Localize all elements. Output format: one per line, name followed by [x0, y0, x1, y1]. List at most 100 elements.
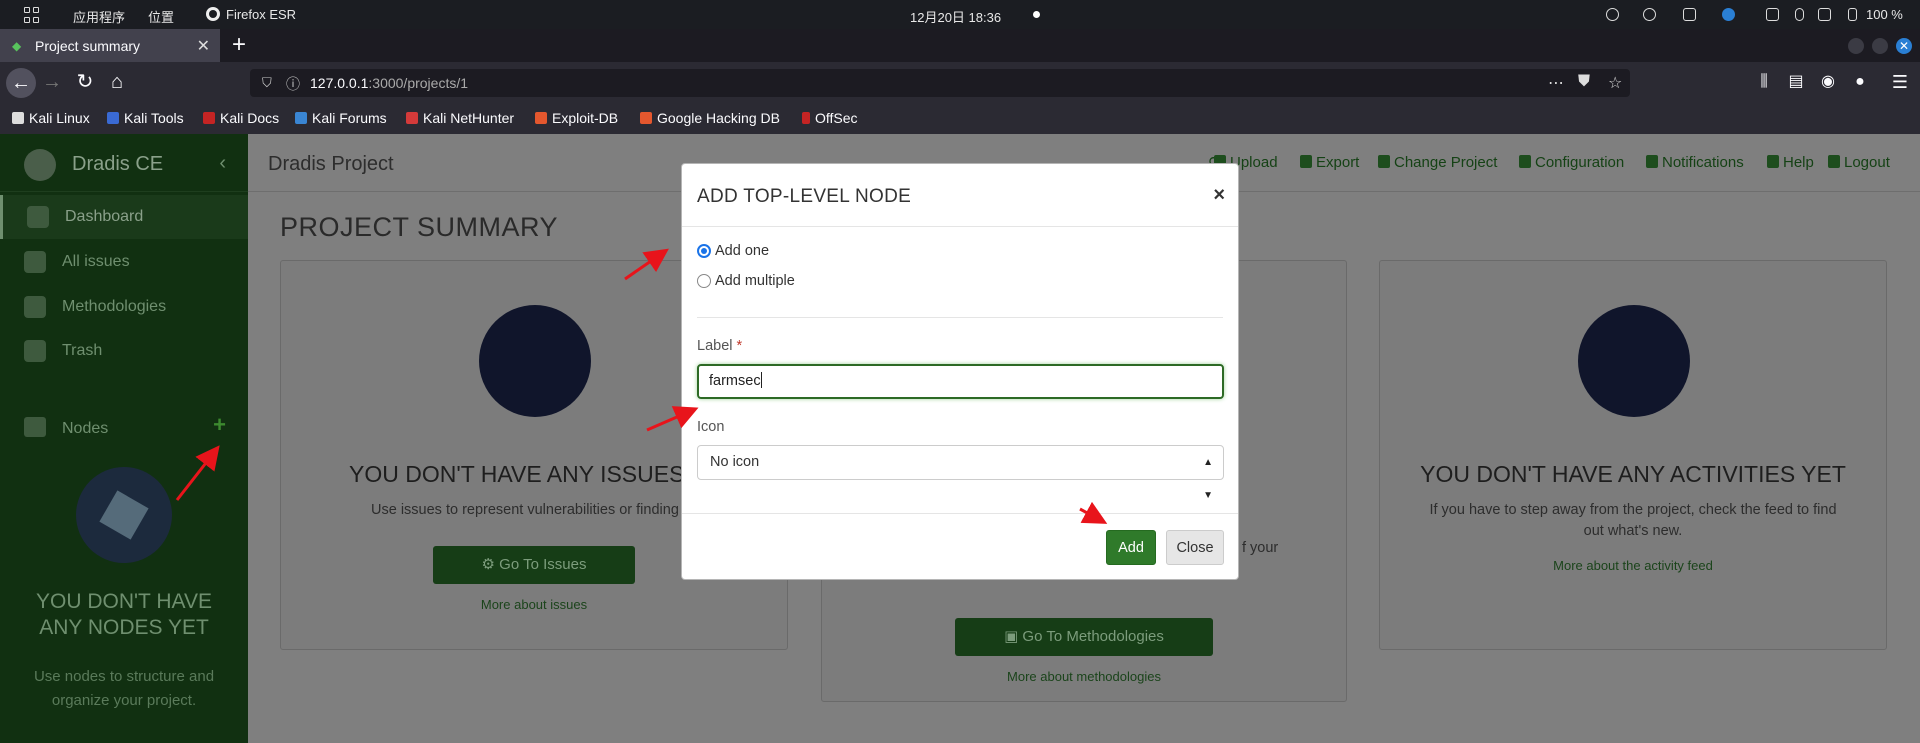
- bookmark-label: OffSec: [815, 110, 858, 126]
- radio-label: Add one: [715, 243, 770, 259]
- add-button[interactable]: Add: [1106, 530, 1156, 565]
- collapse-sidebar-icon[interactable]: ‹: [219, 152, 226, 175]
- go-to-methodologies-button[interactable]: ▣ Go To Methodologies: [955, 618, 1213, 656]
- apps-grid-icon[interactable]: [24, 7, 40, 23]
- tab-project-summary[interactable]: ◆ Project summary ✕: [0, 29, 220, 62]
- sidebar-toggle-icon[interactable]: ▤: [1782, 70, 1810, 98]
- window-maximize-button[interactable]: [1872, 38, 1888, 54]
- nav-export[interactable]: Export: [1300, 154, 1359, 171]
- sidebar-item-all-issues[interactable]: All issues: [0, 240, 248, 284]
- add-multiple-radio[interactable]: [697, 274, 711, 288]
- nav-logout[interactable]: Logout: [1828, 154, 1890, 171]
- nodes-empty-title: YOU DON'T HAVE ANY NODES YET: [36, 590, 212, 639]
- forward-button[interactable]: →: [38, 70, 66, 98]
- bookmark-offsec[interactable]: OffSec: [802, 110, 858, 126]
- bookmark-kali-tools[interactable]: Kali Tools: [107, 110, 184, 126]
- bookmark-label: Kali Tools: [124, 110, 184, 126]
- tray-app-icon[interactable]: [1606, 8, 1619, 21]
- battery-icon[interactable]: [1848, 8, 1857, 21]
- site-info-icon[interactable]: ⓘ: [286, 74, 300, 94]
- export-icon: [1300, 155, 1312, 168]
- modal-title: ADD TOP-LEVEL NODE: [697, 186, 912, 207]
- os-apps-menu[interactable]: 应用程序: [73, 7, 125, 26]
- tray-keyboard-icon[interactable]: [1683, 8, 1696, 21]
- icon-select-value: No icon: [710, 454, 760, 470]
- window-minimize-button[interactable]: [1848, 38, 1864, 54]
- bug-icon: ⚙: [481, 556, 500, 573]
- library-icon[interactable]: ⫼: [1750, 70, 1778, 98]
- go-to-issues-button[interactable]: ⚙ Go To Issues: [433, 546, 635, 584]
- pocket-icon[interactable]: ⛊: [1578, 73, 1590, 91]
- tracking-shield-icon[interactable]: ⛉: [262, 75, 272, 91]
- nav-label: Logout: [1844, 154, 1890, 171]
- board-icon: [24, 296, 46, 318]
- menu-hamburger-icon[interactable]: ☰: [1886, 70, 1914, 98]
- page-actions-icon[interactable]: ⋯: [1548, 73, 1564, 93]
- modal-close-icon[interactable]: ×: [1213, 184, 1225, 207]
- bookmark-google-hacking-db[interactable]: Google Hacking DB: [640, 110, 780, 126]
- kali-forums-icon: [295, 112, 307, 124]
- url-text[interactable]: 127.0.0.1:3000/projects/1: [310, 75, 468, 91]
- add-one-radio[interactable]: [697, 244, 711, 258]
- back-button[interactable]: ←: [6, 68, 36, 98]
- tray-display-icon[interactable]: [1766, 8, 1779, 21]
- more-about-activity-feed-link[interactable]: More about the activity feed: [1380, 558, 1886, 573]
- icon-select[interactable]: No icon ▲ ▼: [697, 445, 1224, 501]
- exploit-db-icon: [535, 112, 547, 124]
- astronaut-illustration: [1578, 305, 1690, 417]
- comet-illustration: [479, 305, 591, 417]
- nethunter-icon: [406, 112, 418, 124]
- home-button[interactable]: ⌂: [103, 70, 131, 98]
- bookmark-star-icon[interactable]: ☆: [1608, 73, 1622, 93]
- bluetooth-icon[interactable]: [1795, 8, 1804, 21]
- nodes-header: Nodes: [24, 417, 224, 438]
- new-tab-button[interactable]: +: [232, 31, 246, 59]
- account-icon[interactable]: ◉: [1814, 70, 1842, 98]
- os-browser-launcher[interactable]: Firefox ESR: [206, 7, 296, 22]
- bookmark-kali-linux[interactable]: Kali Linux: [12, 110, 90, 126]
- window-close-button[interactable]: ✕: [1896, 38, 1912, 54]
- bookmark-label: Kali NetHunter: [423, 110, 515, 126]
- tab-close-icon[interactable]: ✕: [197, 36, 210, 56]
- dradis-logo-icon: [24, 149, 56, 181]
- more-about-methodologies-link[interactable]: More about methodologies: [822, 669, 1346, 684]
- nav-notifications[interactable]: Notifications: [1646, 154, 1744, 171]
- sidebar-item-methodologies[interactable]: Methodologies: [0, 285, 248, 329]
- os-clock[interactable]: 12月20日 18:36: [910, 7, 1001, 26]
- add-multiple-radio-option[interactable]: Add multiple: [697, 273, 795, 289]
- extension-icon[interactable]: ●: [1846, 70, 1874, 98]
- nav-change-project[interactable]: Change Project: [1378, 154, 1497, 171]
- sidebar-brand: Dradis CE ‹: [0, 134, 248, 192]
- url-bar[interactable]: ⛉ ⓘ 127.0.0.1:3000/projects/1 ⋯ ⛊ ☆: [250, 69, 1630, 97]
- page-title: PROJECT SUMMARY: [280, 212, 559, 242]
- bookmark-exploit-db[interactable]: Exploit-DB: [535, 110, 618, 126]
- sidebar-item-dashboard[interactable]: Dashboard: [0, 195, 248, 239]
- bookmark-kali-forums[interactable]: Kali Forums: [295, 110, 387, 126]
- bookmark-kali-nethunter[interactable]: Kali NetHunter: [406, 110, 514, 126]
- nav-help[interactable]: Help: [1767, 154, 1814, 171]
- satellite-illustration: [76, 467, 172, 563]
- button-label: Go To Issues: [499, 556, 587, 573]
- add-one-radio-option[interactable]: Add one: [697, 243, 769, 259]
- nav-configuration[interactable]: Configuration: [1519, 154, 1624, 171]
- nav-label: Help: [1783, 154, 1814, 171]
- sidebar-item-trash[interactable]: Trash: [0, 329, 248, 373]
- more-about-issues-link[interactable]: More about issues: [281, 597, 787, 612]
- dradis-favicon-icon: ◆: [12, 38, 22, 53]
- offsec-icon: [802, 112, 810, 124]
- card-title: YOU DON'T HAVE ANY ACTIVITIES YET: [1420, 461, 1846, 487]
- reload-button[interactable]: ↻: [71, 70, 99, 98]
- nav-label: Notifications: [1662, 154, 1744, 171]
- label-input[interactable]: farmsec: [697, 364, 1224, 399]
- tray-vpn-icon[interactable]: [1643, 8, 1656, 21]
- nav-label: Change Project: [1394, 154, 1498, 171]
- os-places-menu[interactable]: 位置: [148, 7, 174, 26]
- bookmark-kali-docs[interactable]: Kali Docs: [203, 110, 279, 126]
- add-node-button[interactable]: +: [213, 412, 226, 438]
- bookmarks-toolbar: Kali Linux Kali Tools Kali Docs Kali For…: [0, 104, 1920, 134]
- volume-icon[interactable]: [1818, 8, 1831, 21]
- close-button[interactable]: Close: [1166, 530, 1224, 565]
- tray-update-icon[interactable]: [1722, 8, 1735, 21]
- bookmark-label: Google Hacking DB: [657, 110, 780, 126]
- trash-icon: [24, 340, 46, 362]
